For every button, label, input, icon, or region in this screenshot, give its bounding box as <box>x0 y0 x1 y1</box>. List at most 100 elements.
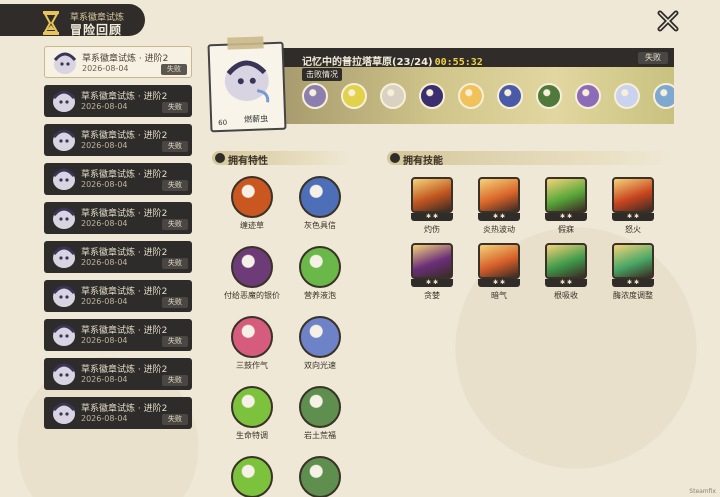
record-name: 草系徽章试炼 · 进阶2 <box>82 54 169 64</box>
skill-item[interactable]: ✱ ✱ 贪婪 <box>402 243 462 301</box>
skill-rank: ✱ ✱ <box>612 279 654 287</box>
record-avatar <box>52 207 76 229</box>
skill-item[interactable]: ✱ ✱ 根吸收 <box>536 243 596 301</box>
skills-section-title: 拥有技能 <box>403 156 443 167</box>
trait-label: 岩土荒福 <box>304 431 336 440</box>
page-title: 冒险回顾 <box>70 23 123 37</box>
record-date: 2026-08-04 <box>82 64 129 73</box>
record-name: 草系徽章试炼 · 进阶2 <box>81 404 168 414</box>
skill-label: 贪婪 <box>424 291 440 300</box>
close-button[interactable] <box>657 10 679 32</box>
skill-icon <box>612 243 654 279</box>
skill-label: 怒火 <box>625 225 641 234</box>
enemy-portrait[interactable] <box>497 83 523 109</box>
record-status-badge: 失败 <box>162 141 188 152</box>
skills-section-header: 拥有技能 <box>387 151 675 167</box>
skill-rank: ✱ ✱ <box>411 213 453 221</box>
traits-section-title: 拥有特性 <box>228 156 268 167</box>
record-status-badge: 失败 <box>162 219 188 230</box>
record-name: 草系徽章试炼 · 进阶2 <box>81 326 168 336</box>
boss-card[interactable]: 60 燃薪虫 <box>207 36 287 133</box>
trait-label: 缠迹草 <box>240 221 264 230</box>
trait-icon <box>299 246 341 288</box>
record-name: 草系徽章试炼 · 进阶2 <box>81 209 168 219</box>
skill-item[interactable]: ✱ ✱ 炎热波动 <box>469 177 529 235</box>
enemy-portrait[interactable] <box>653 83 674 109</box>
record-list-item[interactable]: 草系徽章试炼 · 进阶2 2026-08-04 失败 <box>44 397 192 429</box>
skill-item[interactable]: ✱ ✱ 暗气 <box>469 243 529 301</box>
hourglass-icon <box>38 8 64 38</box>
record-avatar <box>52 246 76 268</box>
skill-label: 根吸收 <box>554 291 578 300</box>
trait-item[interactable]: 岩土荒福 <box>290 456 350 497</box>
enemy-portrait[interactable] <box>575 83 601 109</box>
skill-icon <box>545 177 587 213</box>
enemy-portrait[interactable] <box>302 83 328 109</box>
record-avatar <box>53 52 77 74</box>
defeat-status-label: 击败情况 <box>302 68 342 81</box>
trait-icon <box>299 386 341 428</box>
record-status-badge: 失败 <box>162 180 188 191</box>
record-date: 2026-08-04 <box>81 336 128 345</box>
stage-banner: 记忆中的普拉塔草原(23/24) 00:55:32 失败 击败情况 <box>280 48 674 124</box>
record-list-item[interactable]: 草系徽章试炼 · 进阶2 2026-08-04 失败 <box>44 241 192 273</box>
skill-rank: ✱ ✱ <box>478 279 520 287</box>
record-list-item[interactable]: 草系徽章试炼 · 进阶2 2026-08-04 失败 <box>44 358 192 390</box>
trait-item[interactable]: 灰色具信 <box>290 176 350 231</box>
skill-label: 炎热波动 <box>483 225 515 234</box>
enemy-portrait[interactable] <box>341 83 367 109</box>
record-name: 草系徽章试炼 · 进阶2 <box>81 287 168 297</box>
enemy-portrait[interactable] <box>380 83 406 109</box>
record-list-item[interactable]: 草系徽章试炼 · 进阶2 2026-08-04 失败 <box>44 124 192 156</box>
boss-portrait <box>224 60 270 103</box>
skill-item[interactable]: ✱ ✱ 假寐 <box>536 177 596 235</box>
skill-item[interactable]: ✱ ✱ 酶浓度调整 <box>603 243 663 301</box>
record-date: 2026-08-04 <box>81 258 128 267</box>
record-name: 草系徽章试炼 · 进阶2 <box>81 92 168 102</box>
bullet-icon <box>215 153 225 163</box>
enemy-portrait[interactable] <box>419 83 445 109</box>
trait-item[interactable]: 缠迹草 <box>222 176 282 231</box>
boss-name: 燃薪虫 <box>243 114 269 125</box>
record-date: 2026-08-04 <box>81 375 128 384</box>
trait-item[interactable]: 付给恶魔的银价 <box>222 246 282 301</box>
skill-rank: ✱ ✱ <box>545 279 587 287</box>
record-date: 2026-08-04 <box>81 102 128 111</box>
record-status-badge: 失败 <box>162 414 188 425</box>
record-list-item[interactable]: 草系徽章试炼 · 进阶2 2026-08-04 失败 <box>44 163 192 195</box>
stage-timer: 00:55:32 <box>434 57 483 68</box>
trait-item[interactable]: 营养液泡 <box>290 246 350 301</box>
trait-item[interactable]: 三鼓作气 <box>222 316 282 371</box>
stage-title-row: 记忆中的普拉塔草原(23/24) 00:55:32 <box>302 53 483 68</box>
enemy-portrait[interactable] <box>536 83 562 109</box>
record-list-item[interactable]: 草系徽章试炼 · 进阶2 2026-08-04 失败 <box>44 319 192 351</box>
close-icon <box>657 10 679 32</box>
record-status-badge: 失败 <box>162 375 188 386</box>
record-list-item[interactable]: 草系徽章试炼 · 进阶2 2026-08-04 失败 <box>44 46 192 78</box>
trait-label: 灰色具信 <box>304 221 336 230</box>
trait-label: 营养液泡 <box>304 291 336 300</box>
trait-icon <box>299 316 341 358</box>
page-header: 草系徽章试炼 冒险回顾 <box>0 4 145 38</box>
record-list-item[interactable]: 草系徽章试炼 · 进阶2 2026-08-04 失败 <box>44 85 192 117</box>
trait-item[interactable]: 岩土荒福 <box>290 386 350 441</box>
record-name: 草系徽章试炼 · 进阶2 <box>81 365 168 375</box>
enemy-portrait[interactable] <box>458 83 484 109</box>
trait-item[interactable]: 生命特调 <box>222 386 282 441</box>
record-list-item[interactable]: 草系徽章试炼 · 进阶2 2026-08-04 失败 <box>44 280 192 312</box>
trait-label: 三鼓作气 <box>236 361 268 370</box>
record-name: 草系徽章试炼 · 进阶2 <box>81 131 168 141</box>
trait-item[interactable]: 生命特调 <box>222 456 282 497</box>
record-date: 2026-08-04 <box>81 297 128 306</box>
record-list-item[interactable]: 草系徽章试炼 · 进阶2 2026-08-04 失败 <box>44 202 192 234</box>
skill-rank: ✱ ✱ <box>478 213 520 221</box>
trait-item[interactable]: 双向光速 <box>290 316 350 371</box>
skill-icon <box>478 243 520 279</box>
record-date: 2026-08-04 <box>81 414 128 423</box>
trait-icon <box>299 456 341 497</box>
skill-item[interactable]: ✱ ✱ 怒火 <box>603 177 663 235</box>
trait-icon <box>231 176 273 218</box>
skill-item[interactable]: ✱ ✱ 灼伤 <box>402 177 462 235</box>
enemy-portrait[interactable] <box>614 83 640 109</box>
tape-decoration <box>227 36 264 50</box>
